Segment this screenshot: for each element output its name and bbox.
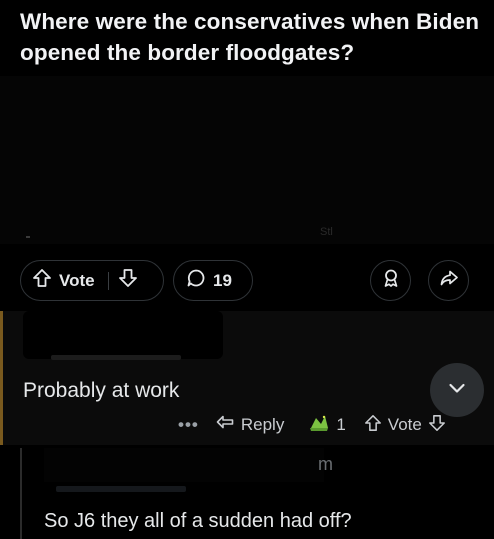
post-action-bar: Vote 19 [20, 260, 486, 302]
award-button[interactable] [370, 260, 411, 301]
comment-award[interactable]: 1 [308, 413, 346, 438]
award-badge-icon [308, 413, 330, 438]
reply-comment: m So J6 they all of a sudden had off? [0, 448, 494, 539]
downvote-icon[interactable] [428, 414, 446, 437]
comment-bubble-icon [186, 268, 206, 293]
downvote-icon[interactable] [118, 268, 138, 293]
redaction-bleed-text: Stl [320, 226, 333, 238]
comment-vote: Vote [364, 414, 446, 437]
share-arrow-icon [439, 268, 459, 293]
reply-button[interactable]: Reply [215, 414, 284, 437]
redacted-post-body: Stl [0, 76, 494, 244]
more-options-button[interactable]: ••• [178, 415, 199, 435]
redacted-reply-header [44, 448, 324, 482]
comment-action-bar: ••• Reply 1 Vote [178, 413, 446, 437]
user-flair-bar [51, 355, 181, 360]
collapse-thread-button[interactable] [430, 363, 484, 417]
redacted-comment-header [23, 311, 223, 359]
thread-line[interactable] [20, 448, 22, 539]
post-title: Where were the conservatives when Biden … [20, 9, 480, 65]
comments-button[interactable]: 19 [173, 260, 253, 301]
user-flair-bar [56, 486, 186, 492]
comment-text: Probably at work [23, 379, 180, 402]
comment-vote-label: Vote [387, 415, 422, 434]
comment-thread-item: Probably at work ••• Reply 1 Vote [0, 311, 494, 445]
vote-divider [107, 271, 109, 290]
reply-arrow-icon [215, 414, 235, 437]
reply-text: So J6 they all of a sudden had off? [44, 510, 352, 532]
chevron-down-icon [446, 377, 468, 404]
vote-pill: Vote [20, 260, 164, 301]
vote-label: Vote [59, 270, 95, 290]
redaction-bleed-text: m [318, 454, 333, 474]
award-count: 1 [336, 415, 346, 434]
award-ribbon-icon [381, 268, 401, 293]
upvote-icon[interactable] [32, 268, 52, 293]
comment-count: 19 [213, 270, 232, 290]
reply-label: Reply [240, 415, 285, 434]
share-button[interactable] [428, 260, 469, 301]
redaction-artifact [26, 236, 30, 238]
upvote-icon[interactable] [364, 414, 382, 437]
